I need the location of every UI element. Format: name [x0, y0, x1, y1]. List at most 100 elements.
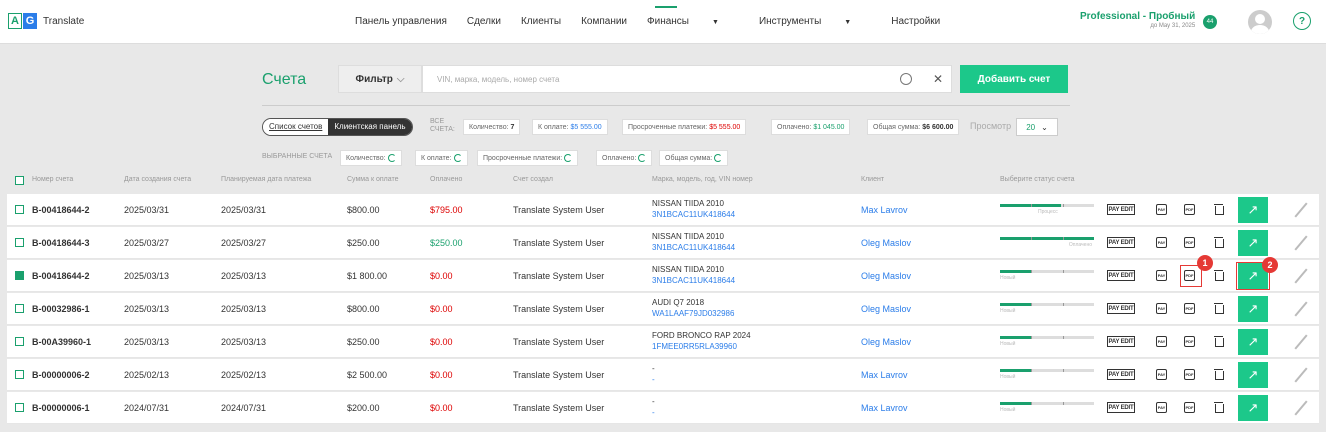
invoice-number[interactable]: B-00A39960-1 [32, 337, 91, 347]
status-bar[interactable]: Новый [1000, 303, 1094, 315]
edit-icon[interactable] [1293, 334, 1309, 350]
nav-settings[interactable]: Настройки [891, 16, 940, 27]
pdf-icon[interactable]: PDF [1184, 303, 1195, 314]
pay-icon[interactable]: PAY [1156, 336, 1167, 347]
car-vin[interactable]: 3N1BCAC11UK418644 [652, 242, 735, 253]
open-icon[interactable]: ↗ [1238, 296, 1268, 322]
status-bar[interactable]: Оплачено [1000, 237, 1094, 249]
trash-icon[interactable] [1214, 302, 1224, 314]
pdf-icon[interactable]: PDF [1184, 402, 1195, 413]
pay-edit-button[interactable]: PAY EDIT [1107, 369, 1135, 380]
notification-icon[interactable]: 44 [1203, 15, 1217, 29]
client-link[interactable]: Oleg Maslov [861, 304, 911, 314]
status-bar[interactable]: Процесс [1000, 204, 1094, 216]
car-vin[interactable]: - [652, 374, 655, 385]
search-input[interactable]: VIN, марка, модель, номер счета ✕ [422, 65, 952, 93]
view-list-button[interactable]: Список счетов [263, 119, 329, 135]
pdf-icon[interactable]: PDF [1184, 336, 1195, 347]
status-bar[interactable]: Новый [1000, 336, 1094, 348]
pay-icon[interactable]: PAY [1156, 270, 1167, 281]
pdf-icon[interactable]: PDF [1184, 237, 1195, 248]
client-link[interactable]: Oleg Maslov [861, 337, 911, 347]
trash-icon[interactable] [1214, 401, 1224, 413]
pdf-icon[interactable]: PDF [1184, 204, 1195, 215]
edit-icon[interactable] [1293, 235, 1309, 251]
invoice-number[interactable]: B-00000006-1 [32, 403, 90, 413]
client-link[interactable]: Max Lavrov [861, 205, 908, 215]
col-status[interactable]: Выберите статус счета [1000, 176, 1075, 183]
invoice-number[interactable]: B-00000006-2 [32, 370, 90, 380]
edit-icon[interactable] [1293, 268, 1309, 284]
pay-edit-button[interactable]: PAY EDIT [1107, 204, 1135, 215]
nav-tools[interactable]: Инструменты ▼ [759, 16, 871, 27]
edit-icon[interactable] [1293, 202, 1309, 218]
open-icon[interactable]: ↗ [1238, 329, 1268, 355]
plan-info[interactable]: Professional - Пробный до May 31, 2025 [1080, 11, 1195, 29]
help-icon[interactable]: ? [1293, 12, 1311, 30]
open-icon[interactable]: ↗ [1238, 230, 1268, 256]
pay-icon[interactable]: PAY [1156, 303, 1167, 314]
client-link[interactable]: Oleg Maslov [861, 238, 911, 248]
invoice-number[interactable]: B-00032986-1 [32, 304, 90, 314]
trash-icon[interactable] [1214, 335, 1224, 347]
pay-icon[interactable]: PAY [1156, 402, 1167, 413]
pay-edit-button[interactable]: PAY EDIT [1107, 270, 1135, 281]
col-planned[interactable]: Планируемая дата платежа [221, 176, 311, 183]
client-link[interactable]: Max Lavrov [861, 403, 908, 413]
status-bar[interactable]: Новый [1000, 402, 1094, 414]
col-car[interactable]: Марка, модель, год, VIN номер [652, 176, 753, 183]
col-paid[interactable]: Оплачено [430, 176, 462, 183]
client-link[interactable]: Oleg Maslov [861, 271, 911, 281]
pay-edit-button[interactable]: PAY EDIT [1107, 237, 1135, 248]
pay-icon[interactable]: PAY [1156, 204, 1167, 215]
row-checkbox[interactable] [15, 238, 24, 247]
client-link[interactable]: Max Lavrov [861, 370, 908, 380]
search-icon[interactable] [900, 73, 912, 85]
open-icon[interactable]: ↗ [1238, 395, 1268, 421]
pay-edit-button[interactable]: PAY EDIT [1107, 402, 1135, 413]
nav-finance[interactable]: Финансы ▼ [647, 6, 739, 27]
invoice-number[interactable]: B-00418644-3 [32, 238, 90, 248]
trash-icon[interactable] [1214, 368, 1224, 380]
invoice-number[interactable]: B-00418644-2 [32, 271, 90, 281]
status-bar[interactable]: Новый [1000, 270, 1094, 282]
nav-dashboard[interactable]: Панель управления [355, 16, 447, 27]
car-vin[interactable]: 3N1BCAC11UK418644 [652, 275, 735, 286]
row-checkbox[interactable] [15, 370, 24, 379]
row-checkbox[interactable] [15, 304, 24, 313]
edit-icon[interactable] [1293, 367, 1309, 383]
pdf-icon[interactable]: PDF [1184, 369, 1195, 380]
select-all-checkbox[interactable] [15, 176, 24, 185]
col-amount[interactable]: Сумма к оплате [347, 176, 398, 183]
pay-icon[interactable]: PAY [1156, 237, 1167, 248]
edit-icon[interactable] [1293, 400, 1309, 416]
col-created[interactable]: Дата создания счета [124, 176, 191, 183]
nav-companies[interactable]: Компании [581, 16, 627, 27]
avatar[interactable] [1248, 10, 1272, 34]
edit-icon[interactable] [1293, 301, 1309, 317]
app-logo[interactable]: A G Translate [8, 13, 84, 29]
open-icon[interactable]: ↗ [1238, 362, 1268, 388]
nav-clients[interactable]: Клиенты [521, 16, 561, 27]
car-vin[interactable]: 3N1BCAC11UK418644 [652, 209, 735, 220]
filter-button[interactable]: Фильтр ⌵ [338, 65, 422, 93]
car-vin[interactable]: WA1LAAF79JD032986 [652, 308, 734, 319]
perpage-select[interactable]: 20 ⌄ [1016, 118, 1058, 136]
close-icon[interactable]: ✕ [933, 72, 943, 86]
col-creator[interactable]: Счет создал [513, 176, 553, 183]
row-checkbox[interactable] [15, 205, 24, 214]
row-checkbox[interactable] [15, 337, 24, 346]
col-number[interactable]: Номер счета [32, 176, 73, 183]
status-bar[interactable]: Новый [1000, 369, 1094, 381]
trash-icon[interactable] [1214, 203, 1224, 215]
trash-icon[interactable] [1214, 269, 1224, 281]
trash-icon[interactable] [1214, 236, 1224, 248]
view-panel-button[interactable]: Клиентская панель [328, 119, 412, 135]
invoice-number[interactable]: B-00418644-2 [32, 205, 90, 215]
add-invoice-button[interactable]: Добавить счет [960, 65, 1068, 93]
pay-edit-button[interactable]: PAY EDIT [1107, 336, 1135, 347]
row-checkbox[interactable] [15, 403, 24, 412]
pay-edit-button[interactable]: PAY EDIT [1107, 303, 1135, 314]
nav-deals[interactable]: Сделки [467, 16, 501, 27]
open-icon[interactable]: ↗ [1238, 197, 1268, 223]
